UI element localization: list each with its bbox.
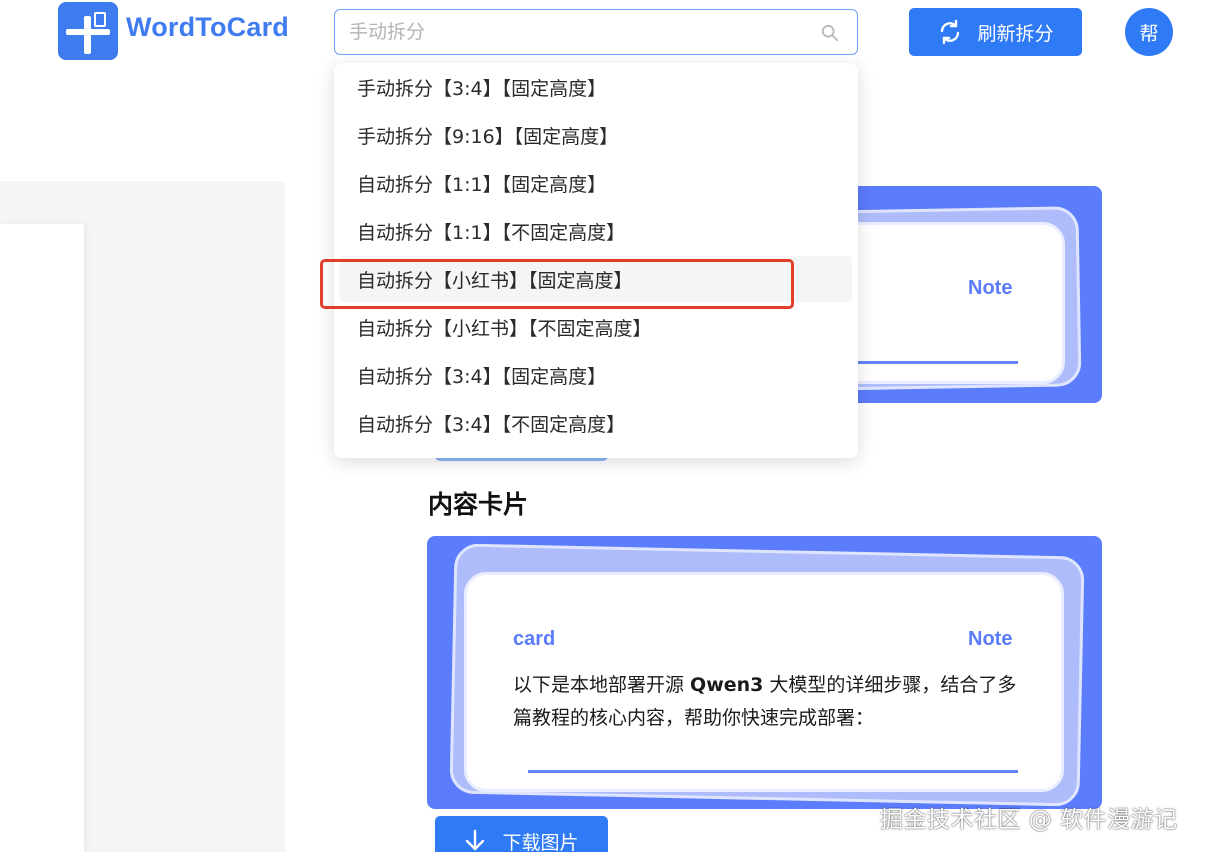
dropdown-item[interactable]: 自动拆分【3:4】【固定高度】 [339,352,852,398]
content-card-divider [528,770,1018,773]
cover-card-note-tag: Note [968,277,1013,299]
content-text-bold: Qwen3 [690,674,764,696]
page: WordToCard 刷新拆分 帮 Note 内容卡片 card Note 以下… [0,0,1215,852]
annotation-highlight-box [320,259,794,309]
download-image-label: 下载图片 [502,831,579,852]
refresh-split-button[interactable]: 刷新拆分 [909,8,1082,56]
app-name: WordToCard [126,12,289,42]
refresh-icon [941,19,960,45]
dropdown-item[interactable]: 自动拆分【1:1】【不固定高度】 [339,208,852,254]
content-card-title: 内容卡片 [428,490,529,519]
editor-document[interactable] [0,224,84,852]
download-image-button[interactable]: 下载图片 [435,816,608,852]
refresh-split-label: 刷新拆分 [977,22,1054,45]
content-card-right-tag: Note [968,628,1013,650]
content-text-part-1: 以下是本地部署开源 [513,674,691,696]
dropdown-item[interactable]: 自动拆分【1:1】【固定高度】 [339,160,852,206]
search-input[interactable] [349,18,809,46]
avatar[interactable]: 帮 [1125,8,1173,56]
dropdown-item[interactable]: 手动拆分【9:16】【固定高度】 [339,112,852,158]
download-icon [466,829,485,851]
watermark: 掘金技术社区 @ 软件漫游记 [880,807,1178,833]
dropdown-item[interactable]: 自动拆分【3:4】【不固定高度】 [339,400,852,446]
content-card-text: 以下是本地部署开源 Qwen3 大模型的详细步骤，结合了多篇教程的核心内容，帮助… [513,669,1033,735]
content-card-left-tag: card [513,628,556,650]
dropdown-item[interactable]: 手动拆分【3:4】【固定高度】 [339,64,852,110]
dropdown-item[interactable]: 自动拆分【小红书】【不固定高度】 [339,304,852,350]
search-icon[interactable] [821,24,839,42]
logo-icon [58,2,118,60]
search-box[interactable] [334,9,858,55]
